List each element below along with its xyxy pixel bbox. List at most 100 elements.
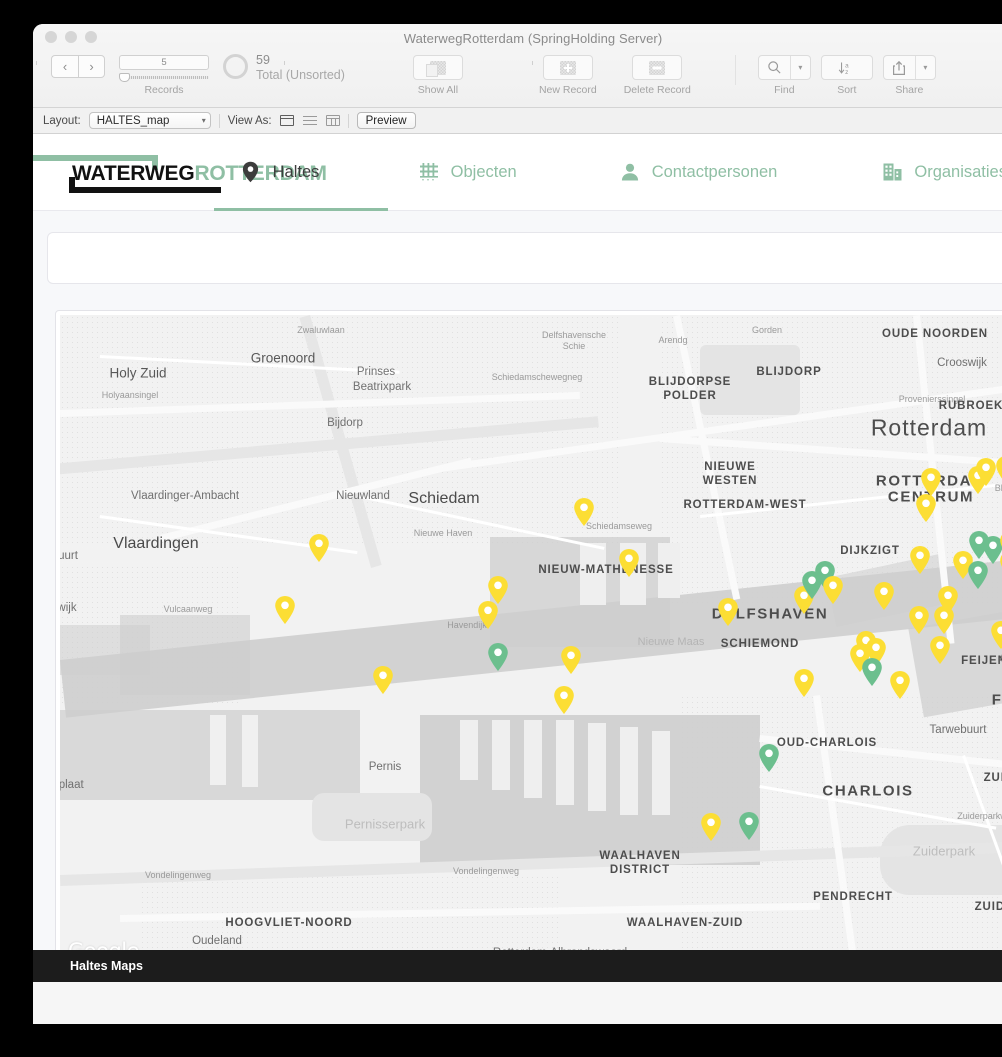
sort-az-icon: a z <box>838 62 849 75</box>
view-as-switcher[interactable] <box>279 115 340 126</box>
tab-haltes[interactable]: Haltes <box>213 134 388 211</box>
show-all-group[interactable]: Show All <box>412 55 463 96</box>
logo-green-bracket <box>33 155 158 170</box>
map-marker-pin[interactable] <box>861 657 883 687</box>
map-label: Arendg <box>658 335 688 345</box>
person-icon <box>619 161 641 183</box>
map-marker-pin[interactable] <box>717 597 739 627</box>
sort-group[interactable]: a z Sort <box>820 55 873 96</box>
share-icon[interactable] <box>884 56 915 79</box>
map-label: ROTTERDAM-WEST <box>683 499 807 511</box>
map-marker-pin[interactable] <box>793 668 815 698</box>
share-group[interactable]: ▾ Share <box>882 55 936 96</box>
tab-objecten[interactable]: Objecten <box>392 134 543 210</box>
plus-icon <box>559 60 576 75</box>
new-record-group[interactable]: New Record <box>539 55 597 96</box>
find-dropdown-arrow[interactable]: ▾ <box>789 56 810 79</box>
map-marker-pin[interactable] <box>700 812 722 842</box>
tab-contactpersonen[interactable]: Contactpersonen <box>593 134 804 210</box>
map-label: uurt <box>60 550 78 562</box>
tab-organisaties[interactable]: Organisaties <box>855 134 1002 210</box>
google-map[interactable]: Holy Zuid Groenoord Prinses Beatrixpark Zwal… <box>60 315 1002 967</box>
filter-panel[interactable] <box>47 232 1002 284</box>
view-as-table-icon[interactable] <box>325 115 340 126</box>
map-label: Holyaansingel <box>101 390 159 400</box>
record-navigation[interactable]: ‹ › <box>51 55 105 78</box>
map-label: Vulcaanweg <box>163 604 213 614</box>
total-records-group: 59 Total (Unsorted) <box>223 53 345 83</box>
map-label: Zwaluwlaan <box>297 325 345 335</box>
show-all-button[interactable] <box>412 55 463 80</box>
map-marker-pin[interactable] <box>758 743 780 773</box>
records-slider-group[interactable]: 5 Records <box>36 55 781 96</box>
find-button[interactable]: ▾ <box>757 55 811 80</box>
previous-record-button[interactable]: ‹ <box>51 55 78 78</box>
map-marker-pin[interactable] <box>573 497 595 527</box>
status-bar: Haltes Maps <box>33 950 1002 982</box>
map-label: DISTRICT <box>609 864 671 876</box>
map-label: BLIJDORP <box>756 366 822 378</box>
delete-record-label: Delete Record <box>623 84 691 96</box>
map-label: Vlaardingen <box>113 535 199 552</box>
layout-selector[interactable]: HALTES_map ▾ <box>88 112 211 129</box>
map-label: WESTEN <box>702 475 758 487</box>
toolbar: ‹ › 5 Records 59 Total (Unsorted) Show A… <box>33 52 1002 108</box>
sort-button[interactable]: a z <box>820 55 873 80</box>
map-marker-pin[interactable] <box>990 620 1002 650</box>
map-label: DIJKZIGT <box>840 545 900 557</box>
map-label: Zuiderpark <box>912 843 976 859</box>
map-marker-pin[interactable] <box>308 533 330 563</box>
building-icon <box>881 161 903 183</box>
map-marker-pin[interactable] <box>889 670 911 700</box>
map-marker-pin[interactable] <box>560 645 582 675</box>
map-label: Schiedamschewegneg <box>491 372 583 382</box>
map-marker-pin[interactable] <box>822 575 844 605</box>
slider-thumb[interactable] <box>119 73 130 82</box>
map-marker-pin[interactable] <box>929 635 951 665</box>
search-icon[interactable] <box>759 56 790 79</box>
find-label: Find <box>774 84 795 96</box>
map-marker-pin[interactable] <box>487 642 509 672</box>
layoutbar-separator-1 <box>218 113 220 128</box>
preview-button[interactable]: Preview <box>356 112 416 129</box>
delete-record-group[interactable]: Delete Record <box>624 55 691 96</box>
view-as-form-icon[interactable] <box>279 115 294 126</box>
next-record-button[interactable]: › <box>78 55 105 78</box>
share-dropdown-arrow[interactable]: ▾ <box>914 56 935 79</box>
new-record-button[interactable] <box>542 55 593 80</box>
records-caption: Records <box>144 84 184 96</box>
map-marker-pin[interactable] <box>908 605 930 635</box>
find-group[interactable]: ▾ Find <box>757 55 811 96</box>
map-label: Pernisserpark <box>344 816 426 832</box>
record-slider[interactable] <box>119 73 209 82</box>
map-marker-pin[interactable] <box>915 493 937 523</box>
map-marker-pin[interactable] <box>967 560 989 590</box>
delete-record-button[interactable] <box>632 55 683 80</box>
nav-tabs: Haltes Objecten Contactpersonen Organisa… <box>213 134 1002 211</box>
map-label: Zuiderparkweg <box>957 811 1002 821</box>
map-container[interactable]: Holy Zuid Groenoord Prinses Beatrixpark Zwal… <box>55 310 1002 972</box>
tab-haltes-label: Haltes <box>272 162 320 181</box>
map-marker-pin[interactable] <box>909 545 931 575</box>
map-marker-pin[interactable] <box>937 585 959 615</box>
map-marker-pin[interactable] <box>553 685 575 715</box>
map-label: Prinses <box>356 366 396 378</box>
status-bar-label: Haltes Maps <box>70 959 143 973</box>
share-label: Share <box>895 84 924 96</box>
map-label: Schiedamseweg <box>585 521 653 531</box>
map-marker-pin[interactable] <box>372 665 394 695</box>
map-label: FEIJENOORD <box>961 655 1002 667</box>
map-marker-pin[interactable] <box>618 548 640 578</box>
svg-text:z: z <box>845 68 848 75</box>
map-label: FI <box>991 691 1002 709</box>
map-label: Nieuwe Maas <box>637 636 705 648</box>
share-button[interactable]: ▾ <box>882 55 936 80</box>
view-as-list-icon[interactable] <box>302 115 317 126</box>
map-marker-pin[interactable] <box>873 581 895 611</box>
map-marker-pin[interactable] <box>738 811 760 841</box>
map-marker-pin[interactable] <box>487 575 509 605</box>
map-label: RUBROEK <box>938 400 1002 412</box>
map-marker-pin[interactable] <box>274 595 296 625</box>
map-marker-pin[interactable] <box>975 457 997 487</box>
map-label: Vondelingenweg <box>452 866 520 876</box>
